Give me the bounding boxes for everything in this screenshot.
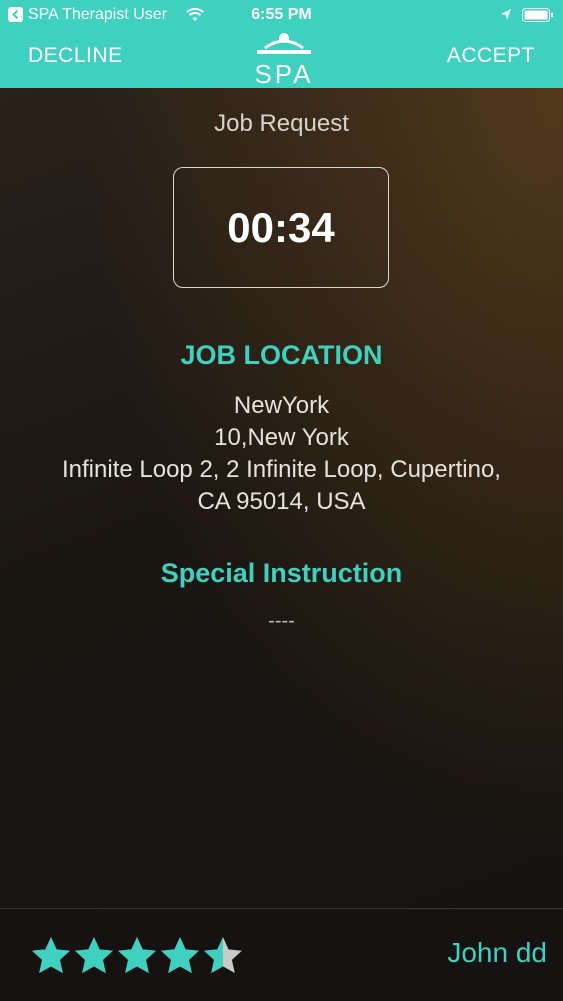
star-icon — [161, 937, 199, 974]
client-footer: John dd — [0, 908, 563, 1001]
star-icon — [75, 937, 113, 974]
address-line: CA 95014, USA — [197, 488, 366, 515]
spa-logo: SPA — [251, 30, 317, 89]
countdown-box: 00:34 — [173, 167, 389, 288]
star-icon — [118, 937, 156, 974]
location-arrow-icon — [501, 9, 511, 20]
clock: 6:55 PM — [251, 6, 312, 23]
address-line: NewYork — [233, 392, 330, 419]
status-bar: SPA Therapist User 6:55 PM — [0, 0, 563, 30]
countdown-timer: 00:34 — [227, 204, 335, 251]
job-location-heading: JOB LOCATION — [180, 340, 383, 370]
rating-stars — [30, 935, 245, 975]
decline-button[interactable]: DECLINE — [28, 44, 123, 68]
address-line: 10,New York — [214, 424, 349, 451]
logo-text: SPA — [254, 59, 314, 89]
battery-icon — [522, 8, 553, 22]
star-icon — [32, 937, 70, 974]
address-line: Infinite Loop 2, 2 Infinite Loop, Cupert… — [62, 456, 501, 483]
special-instruction-heading: Special Instruction — [160, 558, 403, 588]
job-address: NewYork 10,New York Infinite Loop 2, 2 I… — [0, 390, 563, 518]
accept-button[interactable]: ACCEPT — [447, 44, 535, 68]
spa-logo-icon — [257, 33, 311, 54]
star-icon — [204, 937, 242, 974]
nav-bar: DECLINE SPA ACCEPT — [0, 30, 563, 89]
special-instruction-text: ---- — [268, 610, 295, 632]
client-name: John dd — [447, 937, 547, 968]
job-request-panel: Job Request 00:34 JOB LOCATION NewYork 1… — [0, 88, 563, 1000]
page-title: Job Request — [214, 110, 349, 137]
